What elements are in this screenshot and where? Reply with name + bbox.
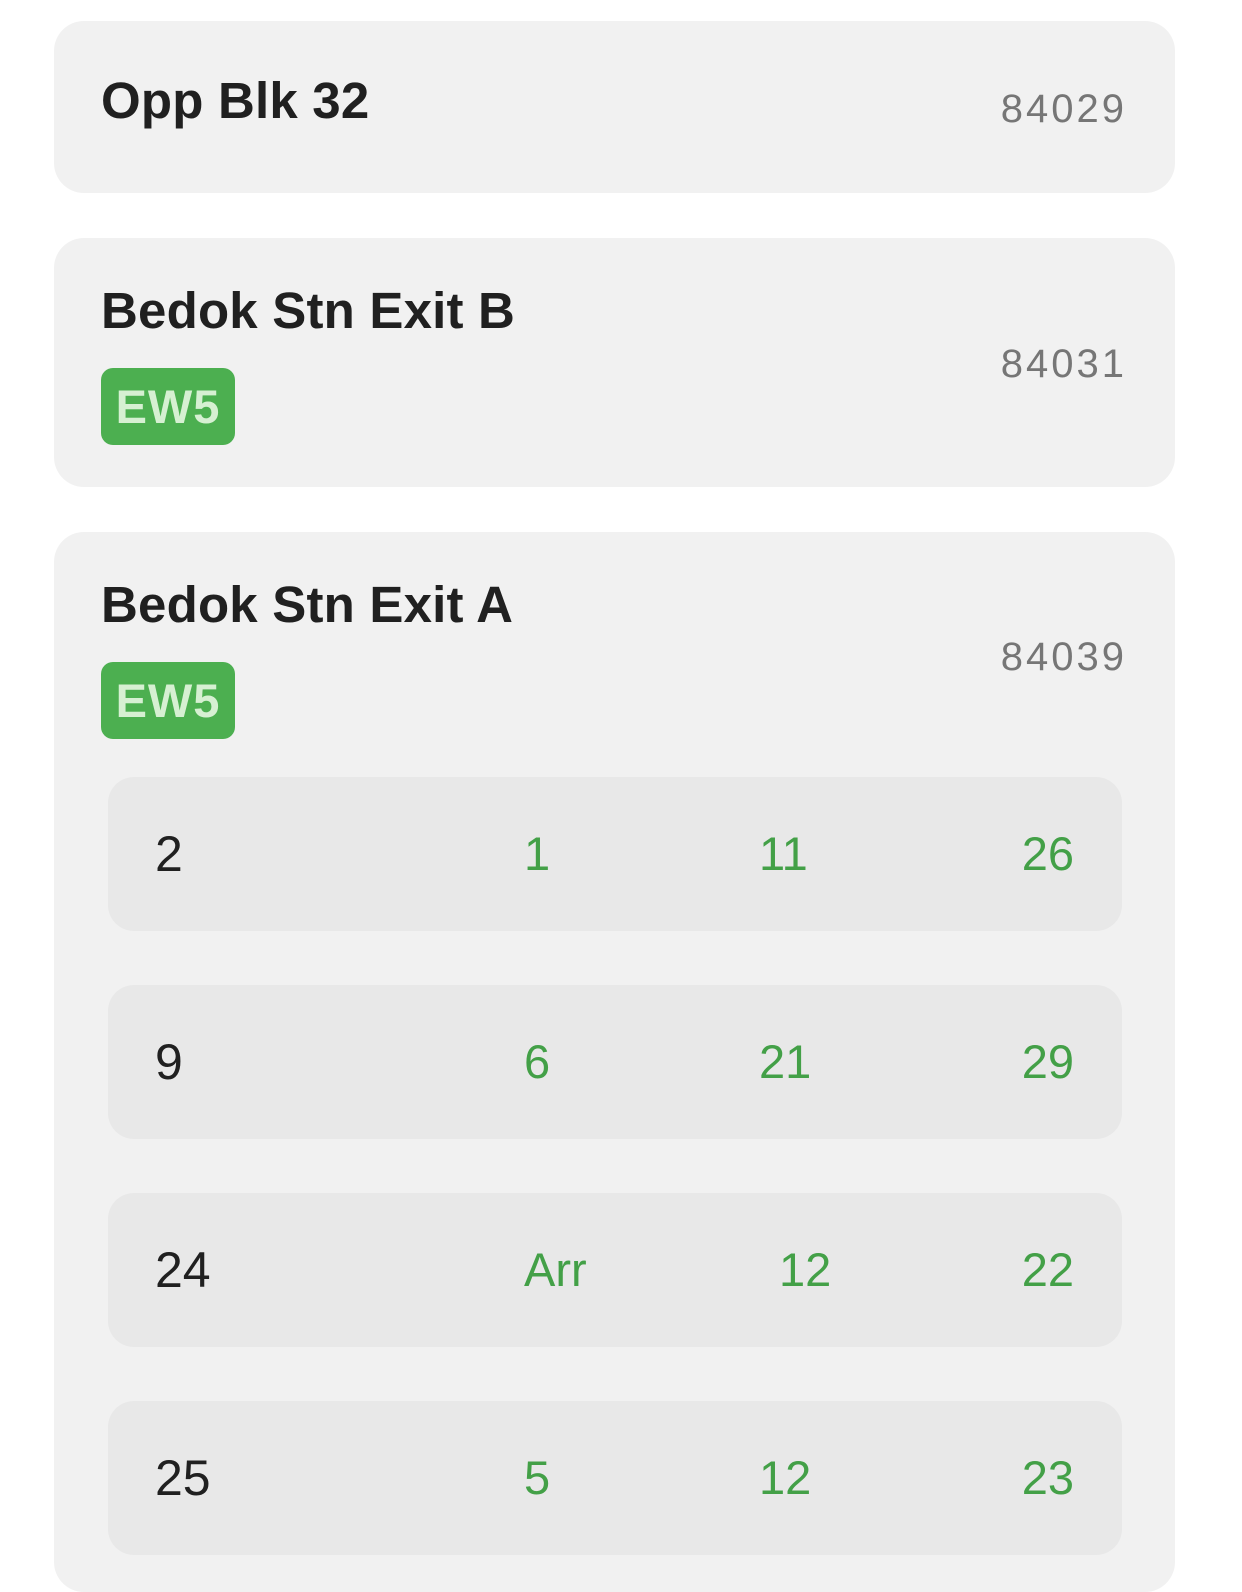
arrival-time-second: 12	[759, 1451, 812, 1504]
arrival-time-next: 1	[524, 827, 551, 880]
mrt-station-badge: EW5	[101, 662, 235, 739]
bus-stop-card-expanded[interactable]: Bedok Stn Exit A EW5 84039 2 1 11 26 9 6…	[54, 532, 1175, 1592]
bus-service-number: 25	[155, 1450, 211, 1506]
bus-stop-code: 84039	[1000, 635, 1127, 679]
bus-service-row[interactable]: 2 1 11 26	[108, 777, 1122, 931]
bus-stop-name: Bedok Stn Exit A	[101, 576, 514, 633]
bus-stop-name: Opp Blk 32	[101, 72, 370, 129]
bus-stop-code: 84031	[1000, 342, 1127, 386]
arrival-time-third: 22	[1021, 1243, 1074, 1296]
arrival-time-next: 6	[524, 1035, 551, 1088]
bus-service-number: 9	[155, 1034, 183, 1090]
bus-service-number: 2	[155, 826, 183, 882]
bus-service-row[interactable]: 9 6 21 29	[108, 985, 1122, 1139]
arrival-time-second: 11	[759, 827, 808, 880]
bus-stop-name: Bedok Stn Exit B	[101, 282, 516, 339]
arrival-time-second: 21	[759, 1035, 812, 1088]
arrival-time-second: 12	[779, 1243, 832, 1296]
arrival-time-next: 5	[524, 1451, 551, 1504]
mrt-station-badge: EW5	[101, 368, 235, 445]
arrival-time-third: 23	[1021, 1451, 1074, 1504]
bus-stop-code: 84029	[1000, 87, 1127, 131]
bus-service-row[interactable]: 24 Arr 12 22	[108, 1193, 1122, 1347]
bus-stop-card[interactable]: Opp Blk 32 84029	[54, 21, 1175, 193]
arrival-time-next: Arr	[524, 1243, 587, 1296]
bus-stop-card[interactable]: Bedok Stn Exit B EW5 84031	[54, 238, 1175, 487]
bus-service-row[interactable]: 25 5 12 23	[108, 1401, 1122, 1555]
arrival-time-third: 26	[1021, 827, 1074, 880]
bus-service-number: 24	[155, 1242, 211, 1298]
arrival-time-third: 29	[1021, 1035, 1074, 1088]
